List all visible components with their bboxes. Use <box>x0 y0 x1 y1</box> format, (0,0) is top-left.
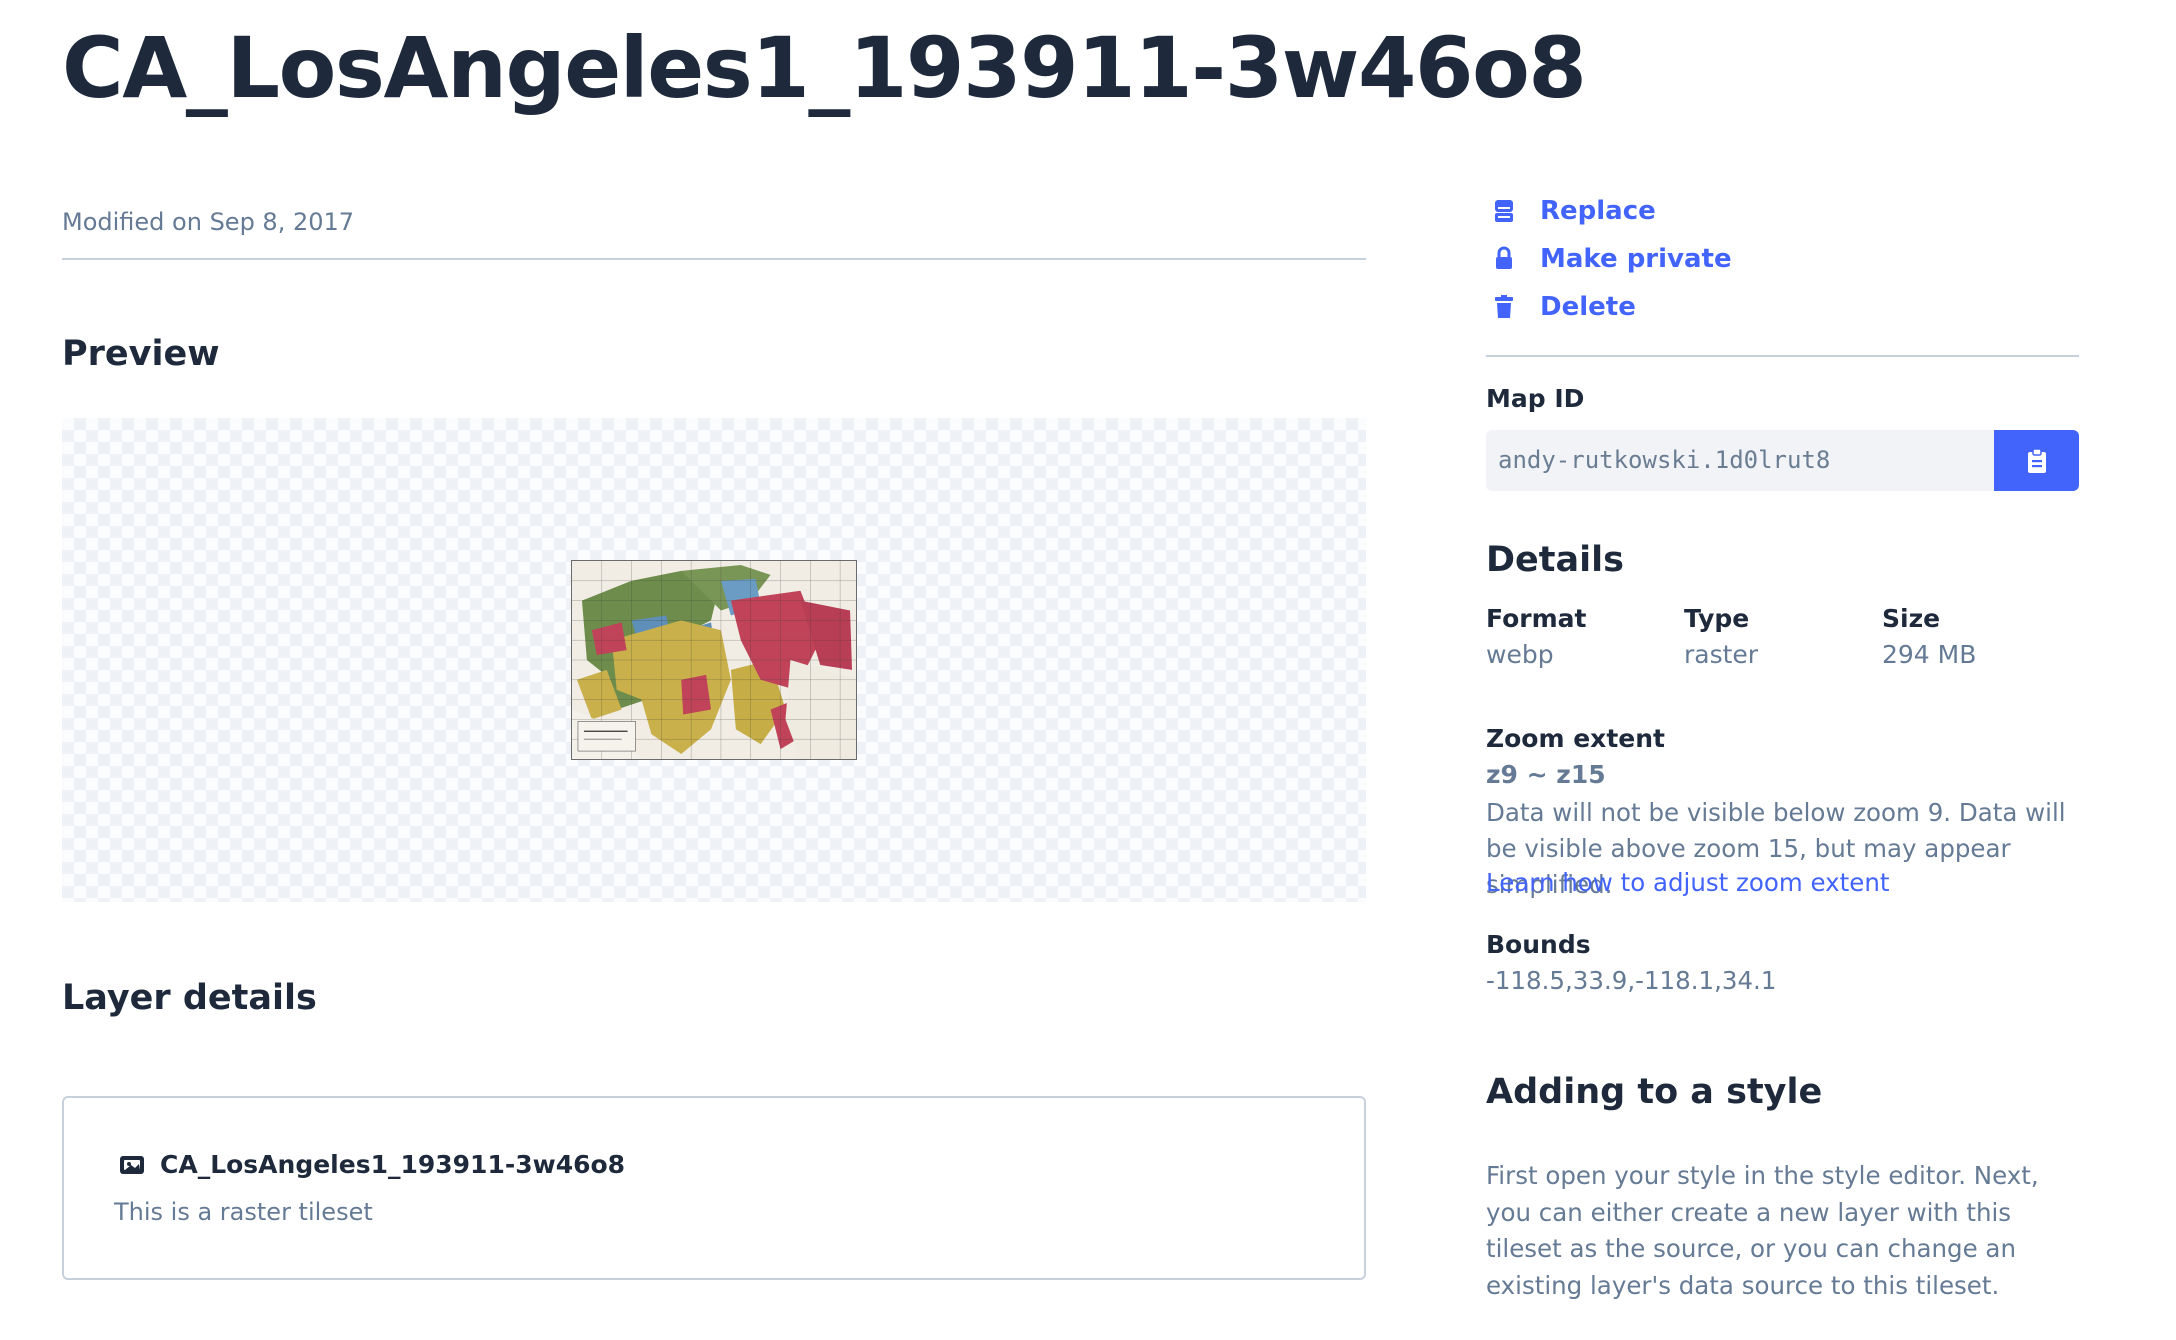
map-id-label: Map ID <box>1486 384 1585 413</box>
details-heading: Details <box>1486 540 1624 580</box>
delete-label: Delete <box>1540 292 1636 322</box>
historic-map-image <box>572 561 856 759</box>
layer-description: This is a raster tileset <box>114 1198 373 1226</box>
zoom-extent-label: Zoom extent <box>1486 724 1665 753</box>
make-private-label: Make private <box>1540 244 1732 274</box>
tileset-actions: Replace Make private Delete <box>1492 196 1732 322</box>
bounds-label: Bounds <box>1486 930 1591 959</box>
lock-icon <box>1496 246 1512 269</box>
layer-name: CA_LosAngeles1_193911-3w46o8 <box>160 1150 626 1179</box>
replace-label: Replace <box>1540 196 1656 226</box>
preview-heading: Preview <box>62 334 220 374</box>
format-value: webp <box>1486 640 1554 669</box>
layer-details-heading: Layer details <box>62 978 317 1018</box>
zoom-extent-value: z9 ~ z15 <box>1486 760 1606 789</box>
layer-title: CA_LosAngeles1_193911-3w46o8 <box>118 1150 625 1179</box>
map-thumbnail-image <box>571 560 857 760</box>
make-private-button[interactable]: Make private <box>1492 244 1732 274</box>
trash-icon <box>1495 295 1513 318</box>
layer-card: CA_LosAngeles1_193911-3w46o8 This is a r… <box>62 1096 1366 1280</box>
delete-button[interactable]: Delete <box>1492 292 1732 322</box>
raster-layer-icon <box>120 1155 144 1174</box>
replace-button[interactable]: Replace <box>1492 196 1732 226</box>
divider <box>1486 355 2079 357</box>
map-preview[interactable] <box>62 418 1366 902</box>
format-label: Format <box>1486 604 1587 633</box>
size-label: Size <box>1882 604 1941 633</box>
clipboard-icon <box>2027 447 2046 473</box>
adding-to-style-text: First open your style in the style edito… <box>1486 1161 2039 1300</box>
size-value: 294 MB <box>1882 640 1977 669</box>
adding-to-style-heading: Adding to a style <box>1486 1072 1823 1112</box>
type-label: Type <box>1684 604 1750 633</box>
copy-map-id-button[interactable] <box>1994 430 2079 491</box>
modified-date: Modified on Sep 8, 2017 <box>62 208 355 236</box>
type-value: raster <box>1684 640 1759 669</box>
map-id-field[interactable] <box>1486 430 1994 491</box>
divider <box>62 258 1366 260</box>
replace-icon <box>1495 200 1513 222</box>
page-title: CA_LosAngeles1_193911-3w46o8 <box>62 19 1587 117</box>
bounds-value: -118.5,33.9,-118.1,34.1 <box>1486 966 1777 995</box>
zoom-extent-help-link[interactable]: Learn how to adjust zoom extent <box>1486 868 1890 897</box>
tileset-page: CA_LosAngeles1_193911-3w46o8 Modified on… <box>0 0 2176 1340</box>
